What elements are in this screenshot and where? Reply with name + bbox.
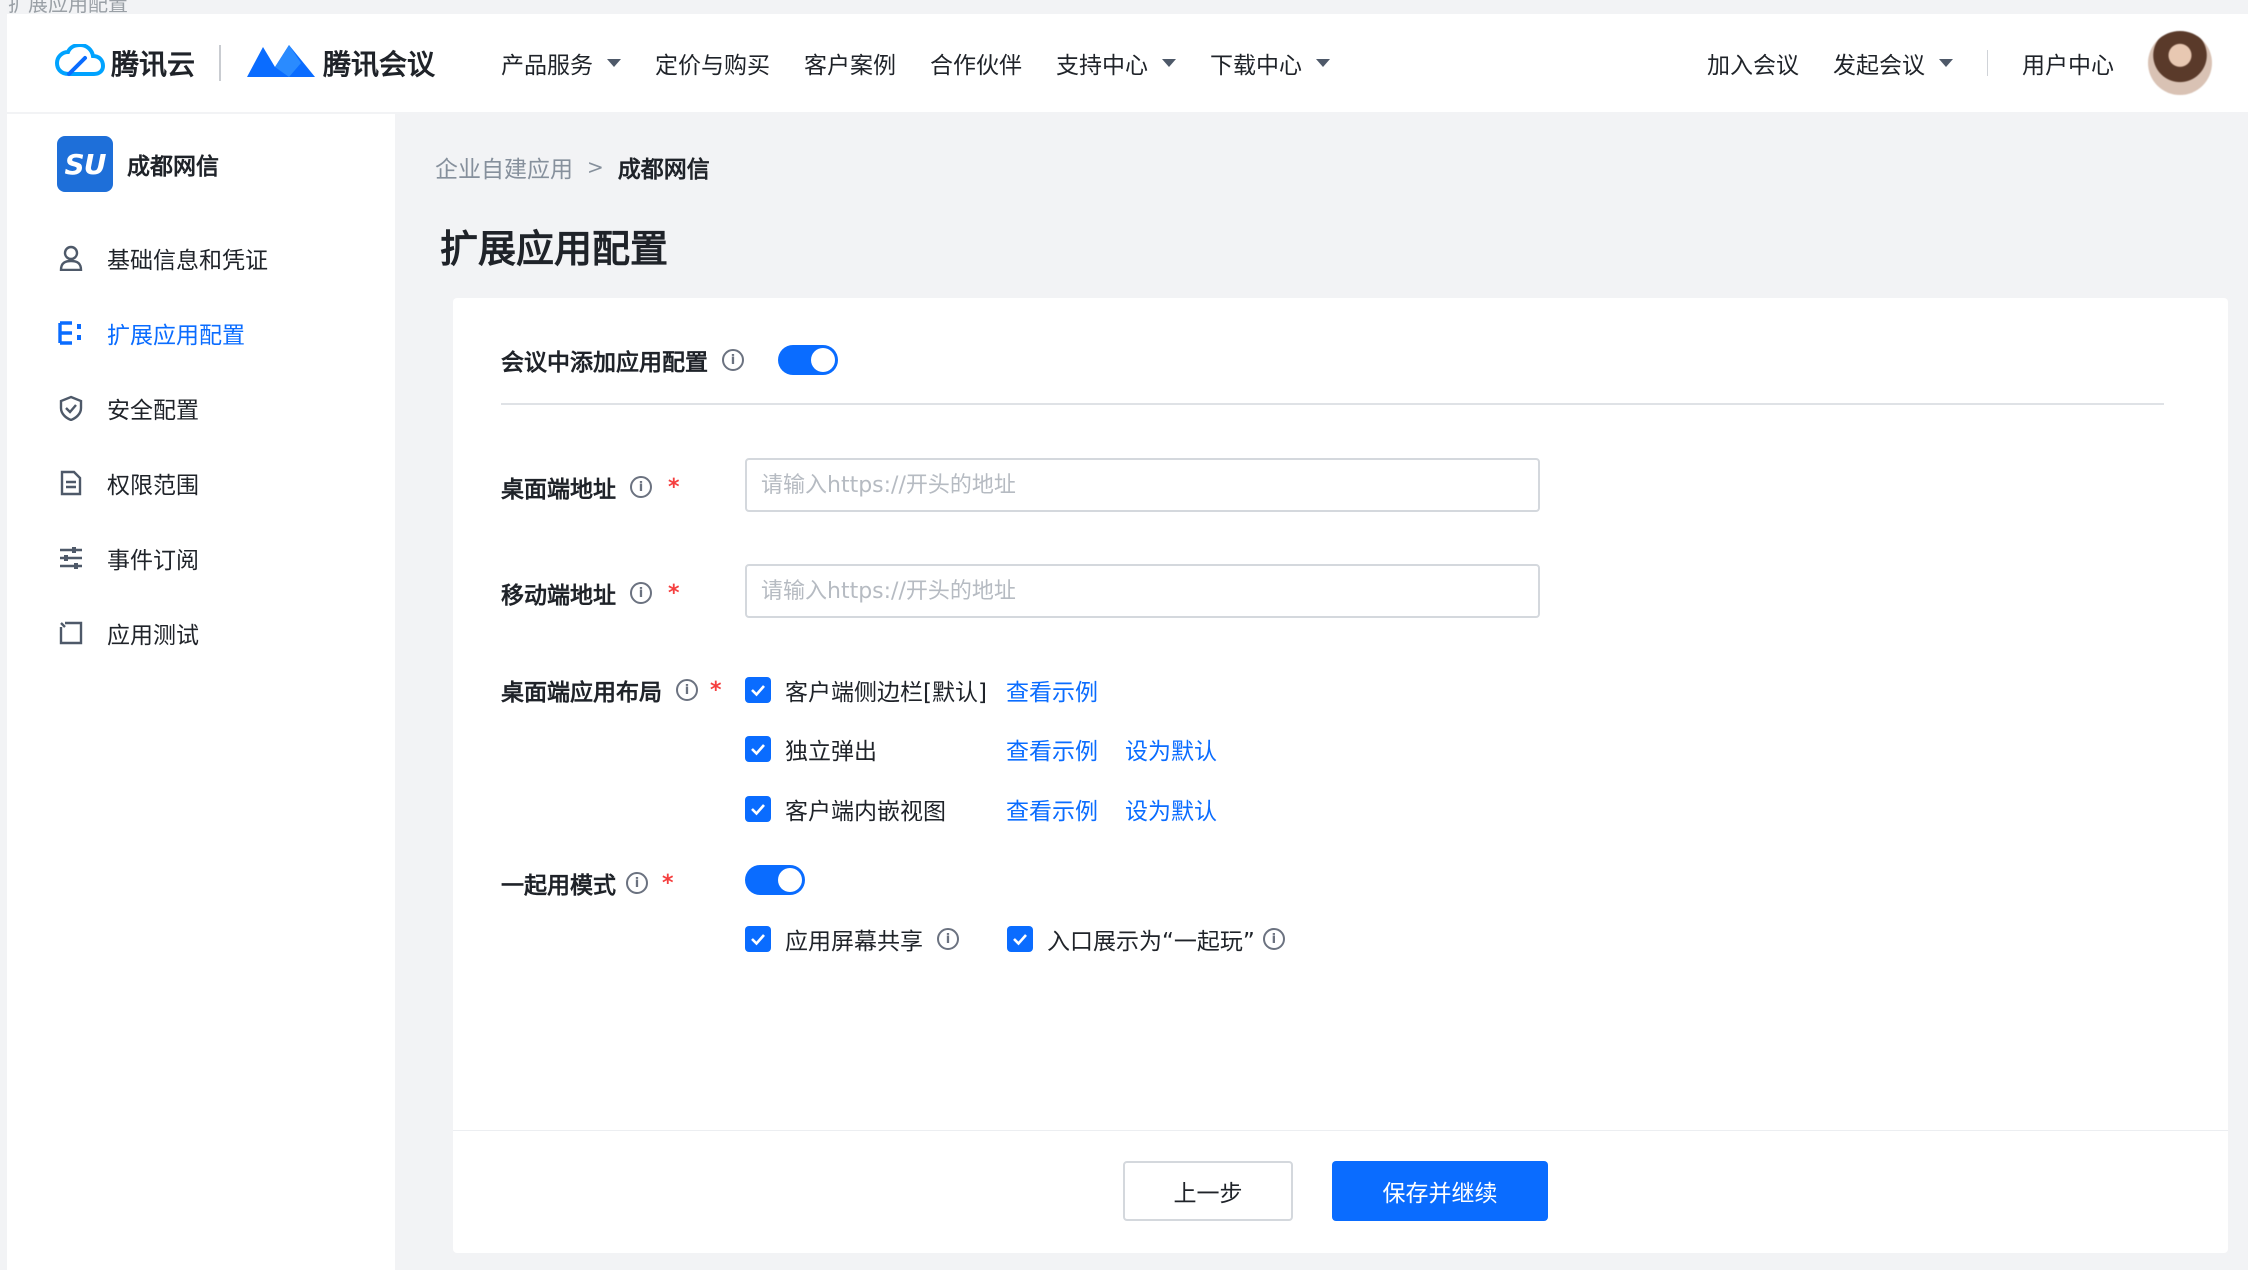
desktop-url-label-row: 桌面端地址 i * <box>501 470 680 504</box>
required-asterisk: * <box>710 677 722 703</box>
user-icon <box>57 244 85 272</box>
info-icon[interactable]: i <box>1262 928 1285 950</box>
sidebar-item-label: 扩展应用配置 <box>107 322 245 349</box>
brand-divider <box>219 45 222 81</box>
sidebar-item-permissions[interactable]: 权限范围 <box>7 445 395 520</box>
sidebar-item-events[interactable]: 事件订阅 <box>7 520 395 595</box>
test-box-icon <box>57 619 85 647</box>
chevron-down-icon <box>1316 59 1331 67</box>
view-example-link[interactable]: 查看示例 <box>1006 673 1098 707</box>
tencent-cloud-logo-icon <box>54 42 106 82</box>
chevron-down-icon <box>607 59 622 67</box>
nav-support[interactable]: 支持中心 <box>1056 46 1177 80</box>
org-name: 成都网信 <box>127 154 219 180</box>
nav-download[interactable]: 下载中心 <box>1210 46 1331 80</box>
sidebar-item-label: 应用测试 <box>107 622 199 649</box>
info-icon[interactable]: i <box>630 582 652 604</box>
brand-group[interactable]: 腾讯云 腾讯会议 <box>54 41 436 85</box>
set-default-link[interactable]: 设为默认 <box>1125 792 1217 826</box>
mobile-url-label-row: 移动端地址 i * <box>501 576 680 610</box>
nav-right: 加入会议 发起会议 用户中心 <box>1707 14 2248 112</box>
config-card: 会议中添加应用配置 i 桌面端地址 i * 移动端地址 i * 桌面端应用布局 … <box>453 298 2228 1253</box>
document-icon <box>57 469 85 497</box>
info-icon[interactable]: i <box>937 928 959 950</box>
sidebar: SU 成都网信 基础信息和凭证 扩展应用配置 安全配置 权限范围 事件订阅 应用… <box>7 114 395 1270</box>
join-meeting-link[interactable]: 加入会议 <box>1707 46 1799 80</box>
checkbox-checked[interactable] <box>1007 926 1033 952</box>
user-center-link[interactable]: 用户中心 <box>2022 46 2114 80</box>
list-icon <box>57 319 85 347</box>
meeting-app-config-toggle[interactable] <box>778 345 838 375</box>
nav-cases[interactable]: 客户案例 <box>804 46 896 80</box>
view-example-link[interactable]: 查看示例 <box>1006 792 1098 826</box>
together-mode-label: 一起用模式 <box>501 873 616 899</box>
breadcrumb-current: 成都网信 <box>617 157 710 183</box>
nav-separator <box>1987 50 1988 76</box>
desktop-layout-label: 桌面端应用布局 <box>501 680 662 706</box>
desktop-url-input[interactable] <box>745 458 1540 512</box>
shield-icon <box>57 394 85 422</box>
top-navigation-bar: 腾讯云 腾讯会议 产品服务 定价与购买 客户案例 合作伙伴 支持中心 下载中心 … <box>7 14 2248 112</box>
layout-option-popup: 独立弹出 <box>745 732 877 766</box>
chevron-down-icon <box>1939 59 1953 67</box>
avatar[interactable] <box>2148 31 2212 95</box>
breadcrumb-separator: > <box>587 155 604 179</box>
mobile-url-input[interactable] <box>745 564 1540 618</box>
required-asterisk: * <box>662 870 674 896</box>
required-asterisk: * <box>668 474 680 500</box>
checkbox-checked[interactable] <box>745 736 771 762</box>
start-meeting-menu[interactable]: 发起会议 <box>1833 46 1953 80</box>
main-nav: 产品服务 定价与购买 客户案例 合作伙伴 支持中心 下载中心 <box>501 46 1364 80</box>
breadcrumb-parent-link[interactable]: 企业自建应用 <box>435 150 573 184</box>
sidebar-item-label: 事件订阅 <box>107 547 199 574</box>
save-and-continue-button[interactable]: 保存并继续 <box>1332 1161 1548 1221</box>
brand-meeting-text: 腾讯会议 <box>323 48 436 81</box>
checkbox-checked[interactable] <box>745 796 771 822</box>
screen-share-option: 应用屏幕共享 i <box>745 922 959 956</box>
org-logo: SU <box>57 136 113 192</box>
sidebar-item-extension-config[interactable]: 扩展应用配置 <box>7 295 395 370</box>
brand-cloud-text: 腾讯云 <box>111 48 196 81</box>
desktop-url-label: 桌面端地址 <box>501 477 616 503</box>
together-mode-toggle[interactable] <box>745 865 805 895</box>
org-header: SU 成都网信 <box>7 114 395 192</box>
sidebar-item-app-test[interactable]: 应用测试 <box>7 595 395 670</box>
info-icon[interactable]: i <box>630 476 652 498</box>
nav-pricing[interactable]: 定价与购买 <box>655 46 770 80</box>
meeting-app-config-label: 会议中添加应用配置 i <box>501 343 744 377</box>
meeting-app-config-row: 会议中添加应用配置 i <box>501 343 838 377</box>
nav-products[interactable]: 产品服务 <box>501 46 622 80</box>
info-icon[interactable]: i <box>676 679 698 701</box>
info-icon[interactable]: i <box>722 349 744 371</box>
sidebar-item-label: 安全配置 <box>107 397 199 424</box>
nav-partners[interactable]: 合作伙伴 <box>930 46 1022 80</box>
mobile-url-label: 移动端地址 <box>501 583 616 609</box>
previous-step-button[interactable]: 上一步 <box>1123 1161 1293 1221</box>
checkbox-checked[interactable] <box>745 926 771 952</box>
info-icon[interactable]: i <box>626 872 648 894</box>
section-divider <box>501 403 2164 405</box>
layout-option-sidebar: 客户端侧边栏[默认] <box>745 673 987 707</box>
checkbox-checked[interactable] <box>745 677 771 703</box>
chevron-down-icon <box>1162 59 1177 67</box>
sidebar-menu: 基础信息和凭证 扩展应用配置 安全配置 权限范围 事件订阅 应用测试 <box>7 220 395 670</box>
entry-display-option: 入口展示为“一起玩” i <box>1007 922 1285 956</box>
sliders-icon <box>57 544 85 572</box>
page-title: 扩展应用配置 <box>440 227 669 271</box>
required-asterisk: * <box>668 580 680 606</box>
sidebar-item-basic-info[interactable]: 基础信息和凭证 <box>7 220 395 295</box>
layout-option-embedded: 客户端内嵌视图 <box>745 792 946 826</box>
set-default-link[interactable]: 设为默认 <box>1125 732 1217 766</box>
desktop-layout-label-row: 桌面端应用布局 i * <box>501 673 722 707</box>
form-footer: 上一步 保存并继续 <box>453 1130 2228 1253</box>
sidebar-item-security[interactable]: 安全配置 <box>7 370 395 445</box>
tencent-meeting-logo-icon <box>245 41 317 85</box>
view-example-link[interactable]: 查看示例 <box>1006 732 1098 766</box>
breadcrumb: 企业自建应用 > 成都网信 <box>435 150 710 184</box>
sidebar-item-label: 基础信息和凭证 <box>107 247 268 274</box>
together-mode-label-row: 一起用模式 i * <box>501 866 674 900</box>
sidebar-item-label: 权限范围 <box>107 472 199 499</box>
